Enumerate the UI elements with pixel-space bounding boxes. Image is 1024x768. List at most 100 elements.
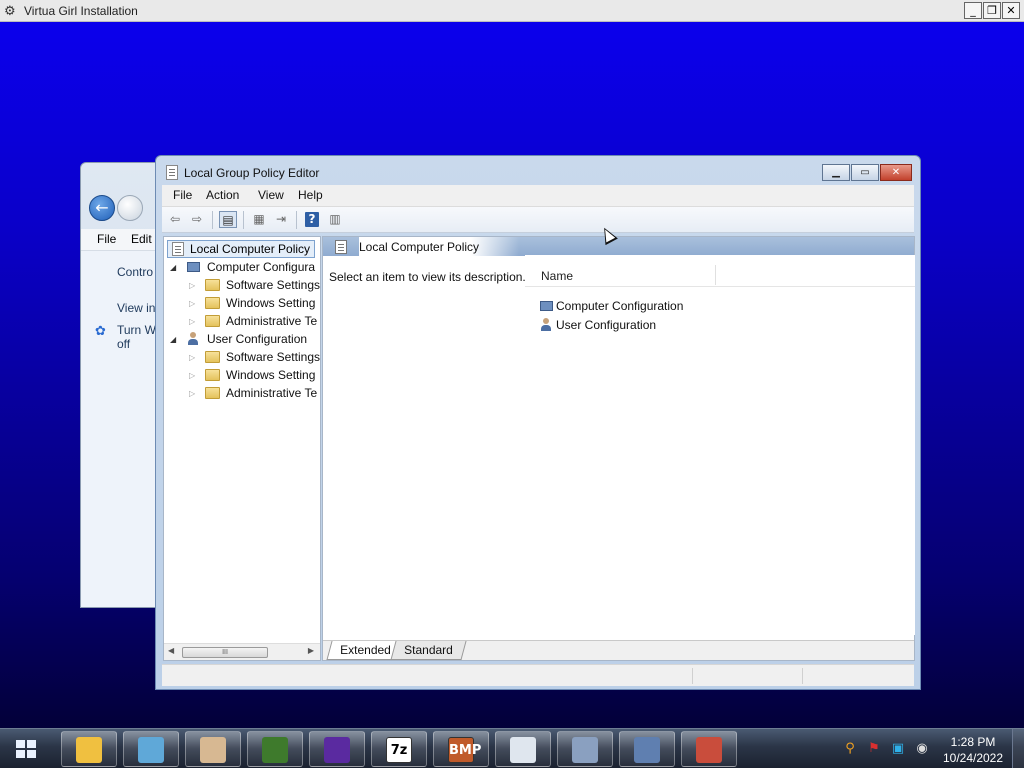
filter-options-icon[interactable]: ▥ [326, 211, 344, 228]
taskbar-button-document-app[interactable] [495, 731, 551, 767]
taskbar-button-green-box[interactable] [247, 731, 303, 767]
expand-triangle-icon[interactable]: ▷ [189, 281, 199, 290]
back-arrow-icon[interactable]: ⇦ [166, 211, 184, 228]
tree-item-administrative-templates[interactable]: ▷ Administrative Te [189, 312, 320, 330]
taskbar-button-media-player[interactable] [309, 731, 365, 767]
disc-app-icon [634, 737, 660, 763]
toolbar-separator [296, 211, 297, 229]
column-divider[interactable] [715, 265, 716, 285]
tree-item-computer-configuration[interactable]: ◢ Computer Configura [170, 258, 320, 276]
tree-item-administrative-templates[interactable]: ▷ Administrative Te [189, 384, 320, 402]
network-icon[interactable]: ▣ [890, 741, 906, 757]
tab-extended-label: Extended [340, 643, 391, 657]
tree-root-item[interactable]: Local Computer Policy [167, 240, 315, 258]
taskbar-button-blocks-app[interactable] [123, 731, 179, 767]
gpe-maximize-button[interactable]: ▭ [851, 164, 879, 181]
minimize-button[interactable]: _ [964, 2, 982, 19]
clock[interactable]: 1:28 PM 10/24/2022 [938, 734, 1008, 766]
gpe-toolbar: ⇦ ⇨ ▤ ▦ ⇥ ? ▥ [162, 207, 914, 233]
policy-document-icon [335, 240, 347, 254]
tree-item-windows-settings[interactable]: ▷ Windows Setting [189, 366, 320, 384]
description-text: Select an item to view its description. [329, 270, 526, 284]
collapse-triangle-icon[interactable]: ◢ [170, 335, 180, 344]
column-header-name[interactable]: Name [541, 269, 573, 283]
status-bar [162, 664, 914, 686]
taskbar-button-paint-palette[interactable] [185, 731, 241, 767]
items-list[interactable]: Name Computer Configuration User Configu… [525, 255, 915, 635]
outer-titlebar: ⚙ Virtua Girl Installation _ ❐ ✕ [0, 0, 1024, 22]
clock-time: 1:28 PM [950, 735, 996, 749]
volume-icon[interactable]: ◉ [914, 741, 930, 757]
taskbar-button-7zip[interactable]: 7z [371, 731, 427, 767]
column-header[interactable]: Name [525, 263, 915, 287]
menu-view[interactable]: View [258, 188, 284, 202]
gpe-close-button[interactable]: ✕ [880, 164, 912, 181]
installer-icon: ⚙ [4, 2, 16, 18]
action-center-flag-icon[interactable]: ⚑ [866, 741, 882, 757]
expand-triangle-icon[interactable]: ▷ [189, 389, 199, 398]
scroll-left-arrow-icon[interactable]: ◀ [168, 646, 174, 655]
taskbar-button-disc-app[interactable] [619, 731, 675, 767]
tree-item-software-settings[interactable]: ▷ Software Settings [189, 276, 320, 294]
forward-button[interactable] [117, 195, 143, 221]
tree-item-software-settings[interactable]: ▷ Software Settings [189, 348, 320, 366]
menu-file[interactable]: File [173, 188, 192, 202]
tab-standard-label: Standard [404, 643, 453, 657]
taskbar-button-file-explorer[interactable] [61, 731, 117, 767]
menu-edit[interactable]: Edit [131, 232, 152, 246]
tree-item-label: Administrative Te [226, 386, 318, 400]
control-panel-window[interactable]: ← File Edit Contro View in ✿ Turn W off [80, 162, 161, 608]
expand-triangle-icon[interactable]: ▷ [189, 299, 199, 308]
menu-action[interactable]: Action [206, 188, 239, 202]
taskbar-button-install-computer[interactable] [557, 731, 613, 767]
taskbar-button-bmp[interactable]: BMP [433, 731, 489, 767]
list-item-computer-configuration[interactable]: Computer Configuration [539, 297, 683, 315]
close-button[interactable]: ✕ [1002, 2, 1020, 19]
search-icon[interactable]: ⚲ [842, 741, 858, 757]
expand-triangle-icon[interactable]: ▷ [189, 371, 199, 380]
export-list-icon[interactable]: ⇥ [272, 211, 290, 228]
control-panel-link[interactable]: Contro [117, 265, 153, 279]
shield-icon: ✿ [95, 323, 106, 338]
expand-triangle-icon[interactable]: ▷ [189, 317, 199, 326]
nav-buttons: ← [89, 195, 143, 221]
details-pane[interactable]: Local Computer Policy Select an item to … [322, 236, 915, 661]
taskbar-button-toolbox[interactable] [681, 731, 737, 767]
blocks-app-icon [138, 737, 164, 763]
turn-windows-features-link[interactable]: Turn W [117, 323, 156, 337]
tree-item-user-configuration[interactable]: ◢ User Configuration [170, 330, 320, 348]
horizontal-scrollbar[interactable]: ◀ III ▶ [164, 643, 320, 660]
scrollbar-thumb[interactable]: III [182, 647, 268, 658]
tab-standard[interactable]: Standard [390, 641, 467, 660]
tree-item-label: Software Settings [225, 350, 320, 364]
show-hide-tree-icon[interactable]: ▤ [219, 211, 237, 228]
forward-arrow-icon[interactable]: ⇨ [188, 211, 206, 228]
scroll-right-arrow-icon[interactable]: ▶ [308, 646, 314, 655]
view-installed-link[interactable]: View in [117, 301, 155, 315]
menu-help[interactable]: Help [298, 188, 323, 202]
outer-window-title: Virtua Girl Installation [24, 3, 138, 18]
help-icon[interactable]: ? [305, 212, 319, 227]
turn-windows-features-link-2[interactable]: off [117, 337, 130, 351]
restore-button[interactable]: ❐ [983, 2, 1001, 19]
tree-item-windows-settings[interactable]: ▷ Windows Setting [189, 294, 320, 312]
tree-item-label: User Configuration [207, 332, 308, 346]
toolbar-separator [243, 211, 244, 229]
collapse-triangle-icon[interactable]: ◢ [170, 263, 180, 272]
group-policy-editor-window[interactable]: Local Group Policy Editor ▁ ▭ ✕ File Act… [155, 155, 921, 690]
taskbar: 7z BMP ⚲ ⚑ ▣ ◉ 1:28 PM 10/24/2022 [0, 728, 1024, 768]
gpe-titlebar: Local Group Policy Editor ▁ ▭ ✕ [156, 156, 920, 188]
menu-file[interactable]: File [97, 232, 116, 246]
back-button[interactable]: ← [89, 195, 115, 221]
tree-pane[interactable]: Local Computer Policy ◢ Computer Configu… [163, 236, 321, 661]
details-header: Local Computer Policy [323, 237, 914, 256]
properties-icon[interactable]: ▦ [250, 211, 268, 228]
show-desktop-button[interactable] [1012, 729, 1024, 768]
gpe-minimize-button[interactable]: ▁ [822, 164, 850, 181]
start-button[interactable] [0, 729, 56, 768]
view-tabs: Extended Standard [323, 640, 914, 660]
document-app-icon [510, 737, 536, 763]
expand-triangle-icon[interactable]: ▷ [189, 353, 199, 362]
list-item-user-configuration[interactable]: User Configuration [539, 316, 656, 334]
computer-config-icon [539, 300, 554, 313]
